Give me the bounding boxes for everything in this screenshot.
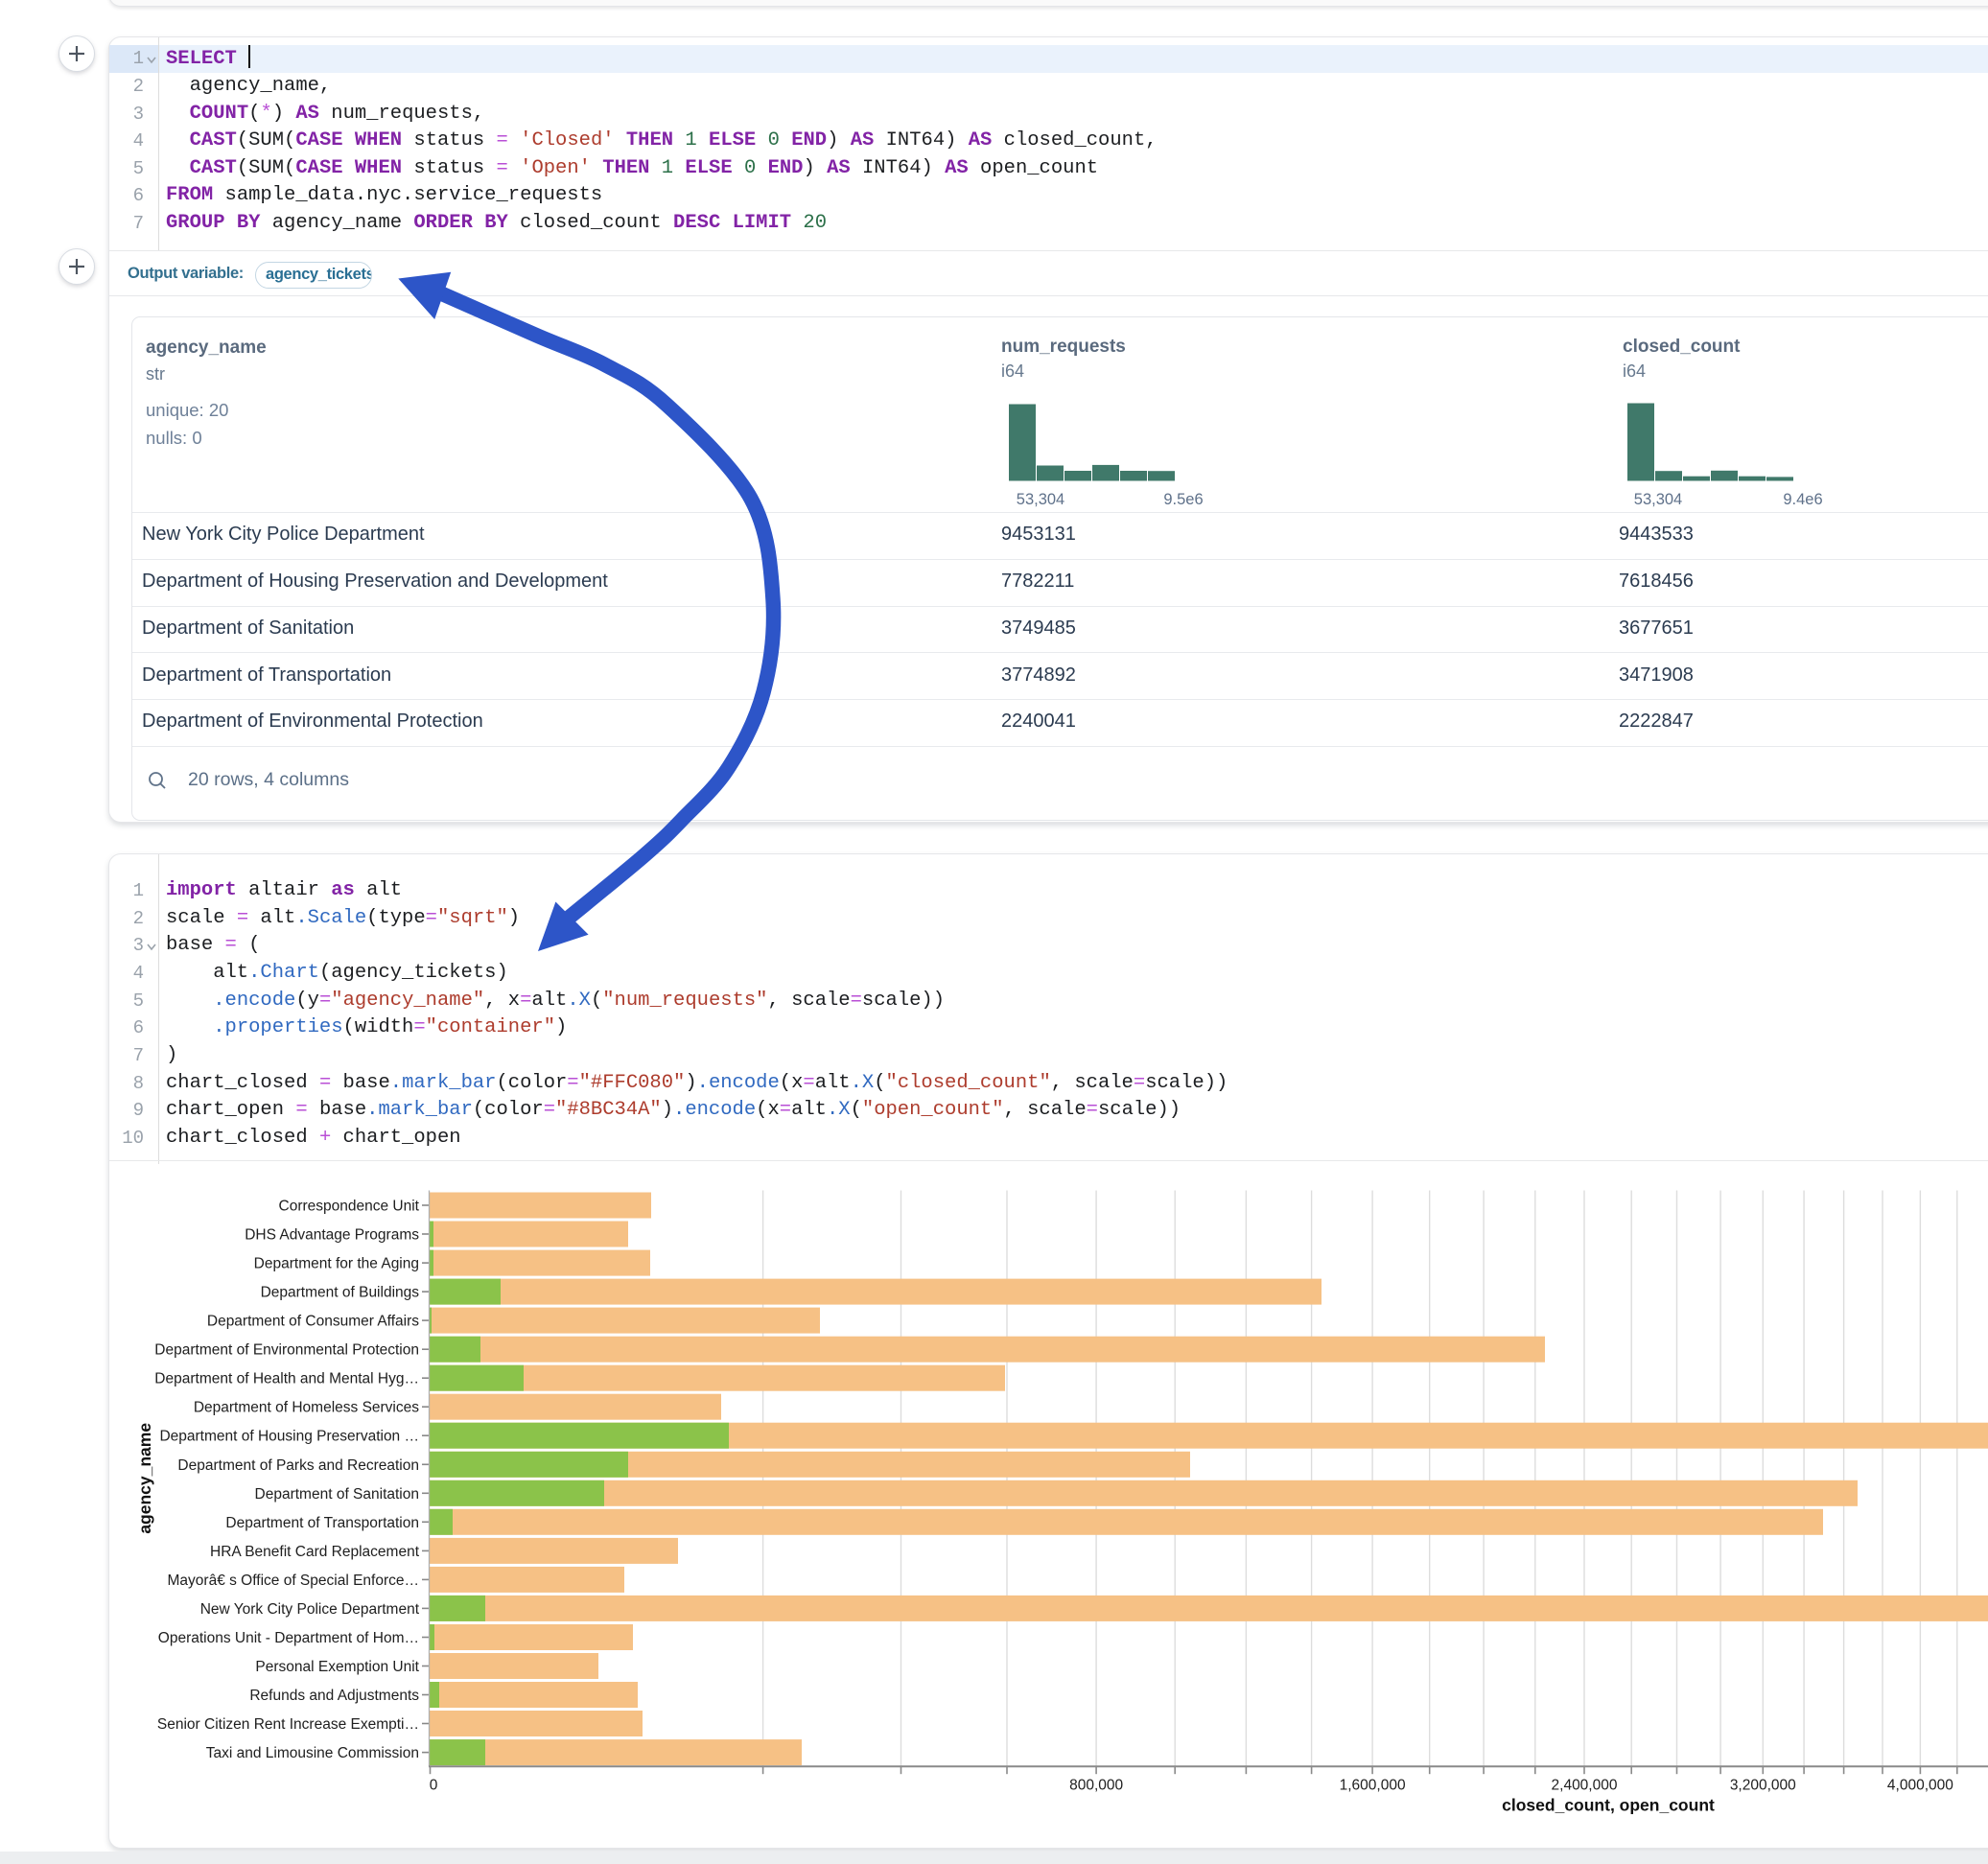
svg-text:Department of Buildings: Department of Buildings xyxy=(261,1284,420,1300)
svg-text:Department of Housing Preserva: Department of Housing Preservation … xyxy=(159,1428,419,1444)
svg-text:Department of Health and Menta: Department of Health and Mental Hyg… xyxy=(154,1370,419,1386)
svg-text:2,400,000: 2,400,000 xyxy=(1552,1777,1618,1793)
svg-text:Department of Parks and Recrea: Department of Parks and Recreation xyxy=(177,1456,419,1473)
svg-text:Correspondence Unit: Correspondence Unit xyxy=(279,1198,420,1214)
svg-text:Personal Exemption Unit: Personal Exemption Unit xyxy=(255,1659,419,1675)
svg-text:Department of Environmental Pr: Department of Environmental Protection xyxy=(154,1341,419,1358)
svg-text:1,600,000: 1,600,000 xyxy=(1340,1777,1406,1793)
svg-text:Department of Sanitation: Department of Sanitation xyxy=(255,1485,419,1502)
svg-text:closed_count, open_count: closed_count, open_count xyxy=(1502,1795,1715,1814)
svg-text:HRA Benefit Card Replacement: HRA Benefit Card Replacement xyxy=(210,1543,420,1559)
svg-text:New York City Police Departmen: New York City Police Department xyxy=(200,1600,420,1617)
svg-text:DHS Advantage Programs: DHS Advantage Programs xyxy=(245,1226,419,1243)
svg-text:800,000: 800,000 xyxy=(1069,1777,1123,1793)
svg-text:3,200,000: 3,200,000 xyxy=(1730,1777,1796,1793)
svg-text:Department of Homeless Service: Department of Homeless Services xyxy=(194,1399,419,1415)
svg-text:Department for the Aging: Department for the Aging xyxy=(254,1255,419,1271)
svg-text:agency_name: agency_name xyxy=(135,1422,154,1533)
svg-text:Mayorâ€ s Office of Special En: Mayorâ€ s Office of Special Enforce… xyxy=(168,1572,419,1588)
svg-text:Department of Consumer Affairs: Department of Consumer Affairs xyxy=(207,1313,419,1329)
svg-text:0: 0 xyxy=(430,1777,438,1793)
svg-text:4,000,000: 4,000,000 xyxy=(1887,1777,1953,1793)
svg-text:Refunds and Adjustments: Refunds and Adjustments xyxy=(249,1688,419,1704)
svg-text:Operations Unit - Department o: Operations Unit - Department of Hom… xyxy=(158,1630,419,1646)
svg-text:Senior Citizen Rent Increase E: Senior Citizen Rent Increase Exempti… xyxy=(157,1716,419,1733)
svg-text:Taxi and Limousine Commission: Taxi and Limousine Commission xyxy=(206,1745,419,1761)
svg-text:Department of Transportation: Department of Transportation xyxy=(225,1514,419,1530)
